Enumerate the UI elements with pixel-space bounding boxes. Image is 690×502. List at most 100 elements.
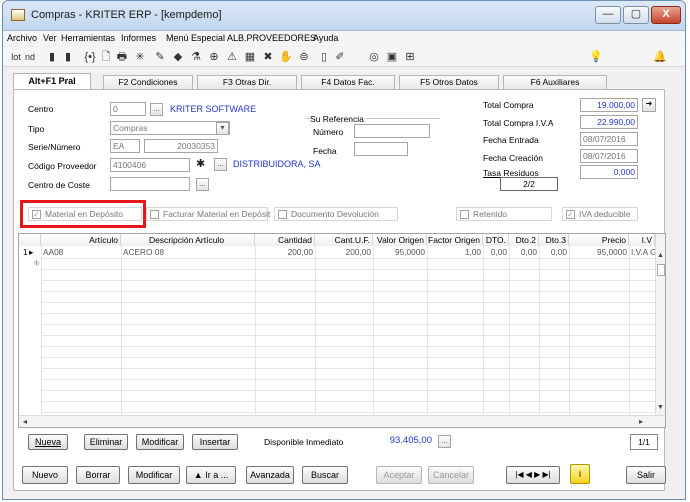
print-icon[interactable]: 🖶	[115, 50, 129, 64]
cell-cantuf[interactable]: 200,00	[315, 247, 373, 258]
chart-icon[interactable]: ◆	[171, 50, 185, 64]
menu-archivo[interactable]: Archivo	[7, 33, 37, 43]
cell-dto2[interactable]: 0,00	[509, 247, 539, 258]
cell-descripcion[interactable]: ACERO 08	[123, 247, 253, 258]
ring-icon[interactable]: ⊕	[207, 50, 221, 64]
cell-valor-origen[interactable]: 95,0000	[373, 247, 427, 258]
centro-field[interactable]: 0	[110, 102, 146, 116]
nuevo-button[interactable]: Nuevo	[22, 466, 68, 484]
bell-icon[interactable]: 🔔	[653, 50, 667, 64]
scroll-left-icon[interactable]: ◂	[23, 417, 27, 426]
col-iva[interactable]: I.V	[629, 234, 655, 246]
col-dto2[interactable]: Dto.2	[509, 234, 539, 246]
tab-condiciones[interactable]: F2 Condiciones	[103, 75, 193, 90]
nueva-button[interactable]: Nueva	[28, 434, 68, 450]
col-cantuf[interactable]: Cant.U.F.	[315, 234, 373, 246]
filter-icon[interactable]: ⚗	[189, 50, 203, 64]
disponible-button[interactable]: ...	[438, 435, 451, 448]
title-bar[interactable]: Compras - KRITER ERP - [kempdemo] — ▢ X	[3, 1, 685, 31]
scroll-right-icon[interactable]: ▸	[639, 417, 643, 426]
menu-ver[interactable]: Ver	[43, 33, 57, 43]
minimize-button[interactable]: —	[595, 6, 621, 24]
eye-icon[interactable]: ◎	[367, 50, 381, 64]
ir-a-button[interactable]: ▲ Ir a ...	[186, 466, 236, 484]
tab-pral[interactable]: Alt+F1 Pral	[13, 73, 91, 90]
su-numero-field[interactable]	[354, 124, 430, 138]
menu-especial[interactable]: Menú Especial ALB.PROVEEDORES	[166, 33, 316, 43]
tipo-select[interactable]: Compras	[110, 121, 230, 135]
camera-icon[interactable]: ▣	[385, 50, 399, 64]
menu-ayuda[interactable]: Ayuda	[313, 33, 338, 43]
col-articulo[interactable]: Artículo	[41, 234, 121, 246]
avanzada-button[interactable]: Avanzada	[246, 466, 294, 484]
sync-icon[interactable]: ⊜	[297, 50, 311, 64]
lookup-icon[interactable]: ✱	[196, 158, 208, 170]
col-cantidad[interactable]: Cantidad	[255, 234, 315, 246]
tab-otras-dir[interactable]: F3 Otras Dir.	[197, 75, 297, 90]
coste-lookup-button[interactable]: ...	[196, 178, 209, 191]
eliminar-button[interactable]: Eliminar	[84, 434, 128, 450]
col-dto[interactable]: DTO.	[483, 234, 509, 246]
hand-icon[interactable]: ✋	[279, 50, 293, 64]
arrow-right-icon[interactable]: ➜	[642, 98, 656, 112]
menu-herramientas[interactable]: Herramientas	[61, 33, 115, 43]
first-icon[interactable]: ▮	[45, 50, 59, 64]
modificar-linea-button[interactable]: Modificar	[136, 434, 184, 450]
cell-factor-origen[interactable]: 1,00	[427, 247, 483, 258]
cancelar-button[interactable]: Cancelar	[428, 466, 474, 484]
buscar-button[interactable]: Buscar	[302, 466, 348, 484]
centro-lookup-button[interactable]: ...	[150, 103, 163, 116]
facturar-material-checkbox[interactable]: Facturar Material en Depósit	[146, 207, 270, 221]
bookmark-icon[interactable]: ▯	[317, 50, 331, 64]
tab-auxiliares[interactable]: F6 Auxiliares	[503, 75, 607, 90]
col-dto3[interactable]: Dto.3	[539, 234, 569, 246]
coste-field[interactable]	[110, 177, 190, 191]
retenido-checkbox[interactable]: Retenido	[456, 207, 552, 221]
insertar-button[interactable]: Insertar	[192, 434, 238, 450]
col-precio[interactable]: Precio	[569, 234, 629, 246]
cell-dto[interactable]: 0,00	[483, 247, 509, 258]
list-icon[interactable]: lot	[9, 50, 23, 64]
modificar-button[interactable]: Modificar	[128, 466, 180, 484]
menu-informes[interactable]: Informes	[121, 33, 156, 43]
borrar-button[interactable]: Borrar	[76, 466, 120, 484]
bracket-icon[interactable]: {•}	[83, 50, 97, 64]
scroll-thumb[interactable]	[657, 264, 665, 276]
scroll-down-icon[interactable]: ▼	[656, 404, 665, 411]
attach-icon[interactable]: ✐	[333, 50, 347, 64]
cell-cantidad[interactable]: 200,00	[255, 247, 315, 258]
info-icon[interactable]: i	[570, 464, 590, 484]
su-fecha-field[interactable]	[354, 142, 408, 156]
edit-icon[interactable]: nd	[23, 50, 37, 64]
maximize-button[interactable]: ▢	[623, 6, 649, 24]
scroll-up-icon[interactable]: ▲	[656, 252, 665, 259]
calculator-icon[interactable]: ▦	[243, 50, 257, 64]
col-factor-origen[interactable]: Factor Origen	[427, 234, 483, 246]
star-icon[interactable]: ✳	[133, 50, 147, 64]
iva-deducible-checkbox[interactable]: ✓ IVA deducible	[562, 207, 638, 221]
proveedor-lookup-button[interactable]: ...	[214, 158, 227, 171]
tab-datos-fac[interactable]: F4 Datos Fac.	[301, 75, 395, 90]
bulb-icon[interactable]: 💡	[589, 50, 603, 64]
vertical-scrollbar[interactable]: ▲ ▼	[655, 234, 665, 415]
col-descripcion[interactable]: Descripción Artículo	[121, 234, 255, 246]
aceptar-button[interactable]: Aceptar	[376, 466, 422, 484]
documento-devolucion-checkbox[interactable]: Documento Devolución	[274, 207, 398, 221]
salir-button[interactable]: Salir	[626, 466, 666, 484]
cross-icon[interactable]: ✖	[261, 50, 275, 64]
prev-icon[interactable]: ▮	[61, 50, 75, 64]
serie-field[interactable]: EA	[110, 139, 140, 153]
close-button[interactable]: X	[651, 6, 681, 24]
grid-icon[interactable]: ⊞	[403, 50, 417, 64]
cell-dto3[interactable]: 0,00	[539, 247, 569, 258]
col-valor-origen[interactable]: Valor Origen	[373, 234, 427, 246]
cell-precio[interactable]: 95,0000	[569, 247, 629, 258]
horizontal-scrollbar[interactable]: ◂ ▸	[19, 415, 665, 427]
cell-iva[interactable]: I.V.A Ge	[631, 247, 655, 258]
fecha-entrada-value[interactable]: 08/07/2016	[580, 132, 638, 146]
preview-icon[interactable]: 🗋	[99, 50, 113, 64]
chevron-down-icon[interactable]: ▾	[216, 122, 229, 135]
proveedor-field[interactable]: 4100406	[110, 158, 190, 172]
record-navigation[interactable]: |◀ ◀ ▶ ▶|	[506, 466, 560, 484]
cell-articulo[interactable]: AA08	[43, 247, 119, 258]
